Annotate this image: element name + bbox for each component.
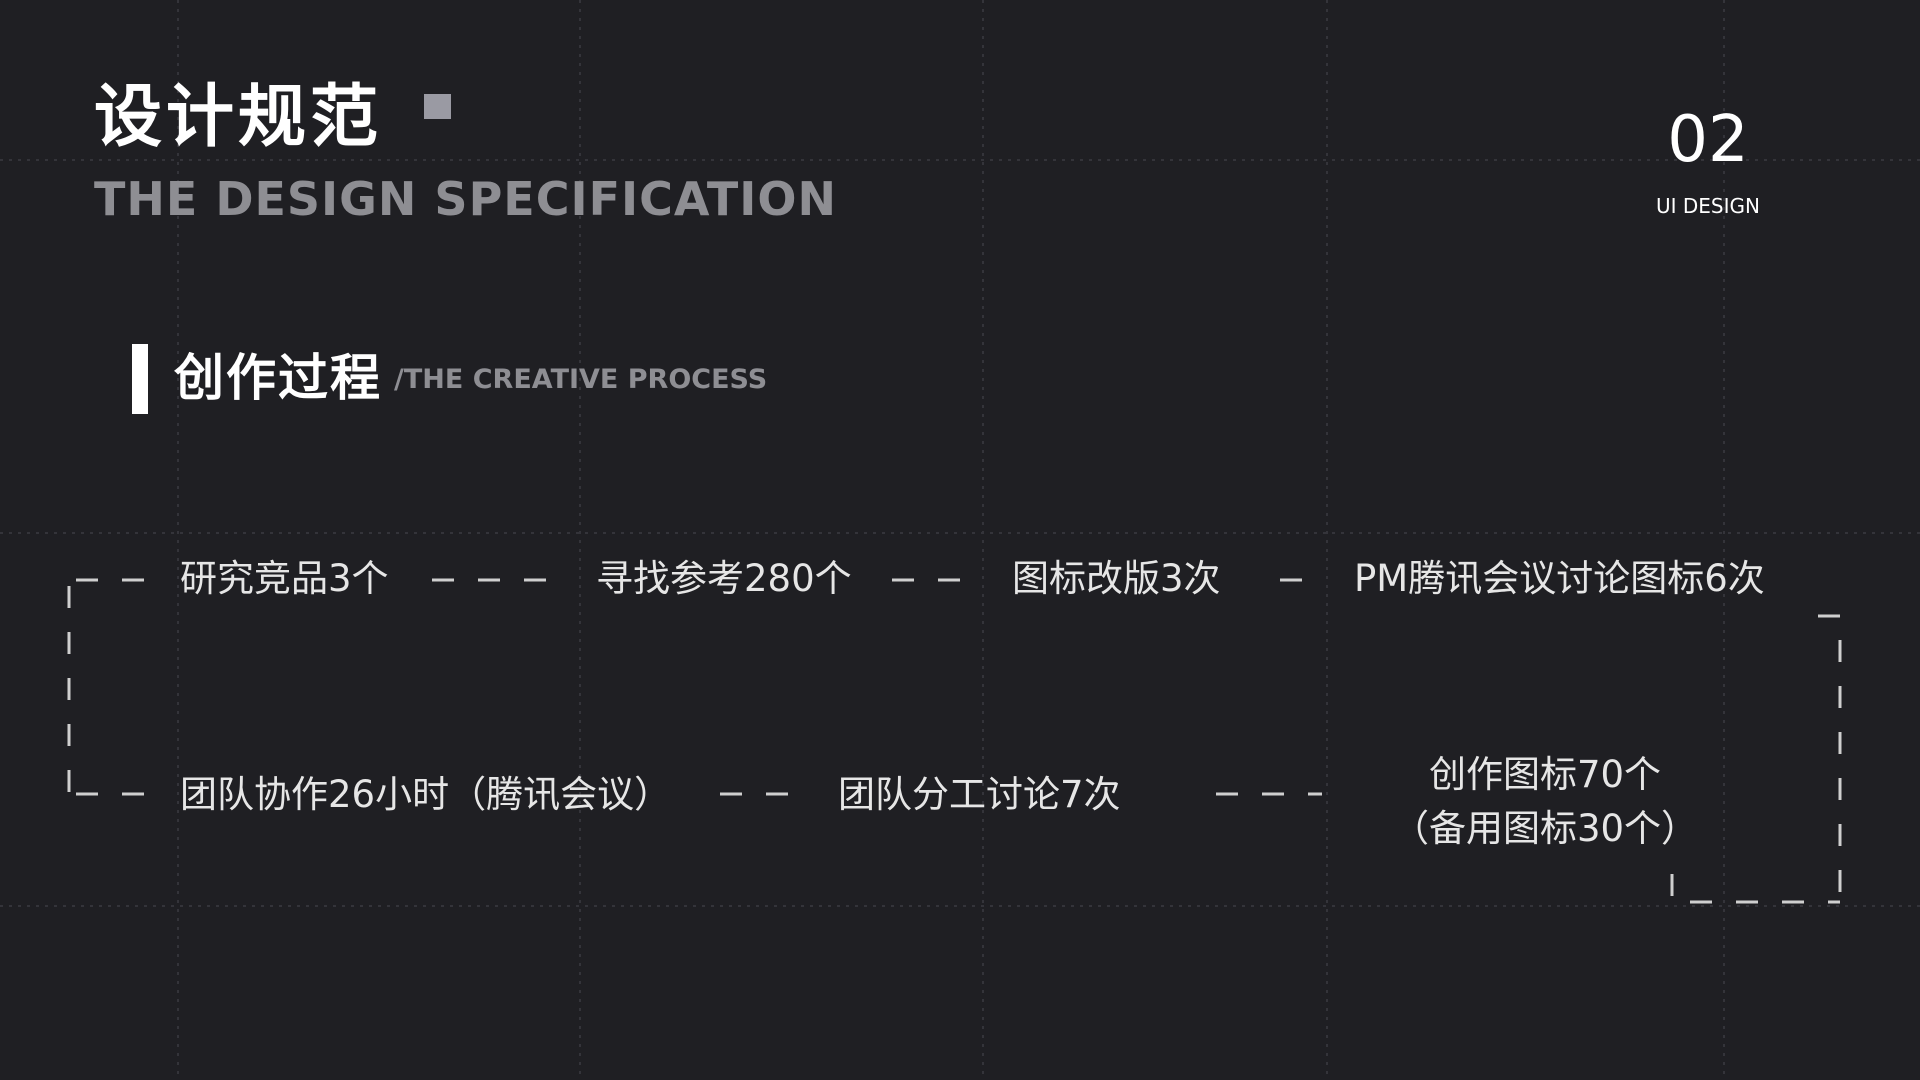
- process-step-5: 团队协作26小时（腾讯会议）: [180, 773, 672, 816]
- final-step-line2: （备用图标30个）: [1391, 806, 1699, 850]
- process-step-final: 创作图标70个 （备用图标30个）: [1386, 748, 1704, 855]
- final-step-line1: 创作图标70个: [1428, 753, 1662, 796]
- process-step-3: 图标改版3次: [1012, 557, 1221, 600]
- process-step-4: PM腾讯会议讨论图标6次: [1354, 557, 1765, 600]
- slide: 设计规范 THE DESIGN SPECIFICATION 02 UI DESI…: [0, 0, 1920, 1080]
- process-step-6: 团队分工讨论7次: [838, 773, 1121, 816]
- process-step-2: 寻找参考280个: [596, 557, 852, 600]
- process-flow-connectors: [67, 578, 1842, 904]
- process-step-1: 研究竞品3个: [180, 557, 389, 600]
